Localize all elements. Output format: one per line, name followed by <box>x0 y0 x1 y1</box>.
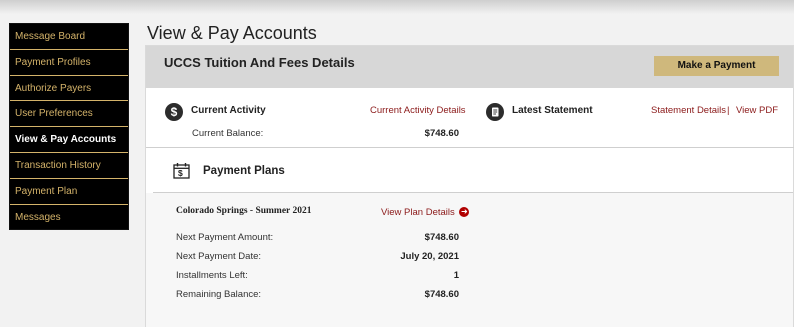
make-payment-button[interactable]: Make a Payment <box>654 56 779 76</box>
plan-row-label: Next Payment Date: <box>176 251 262 262</box>
window-frame: Message Board Payment Profiles Authorize… <box>0 0 794 327</box>
top-shadow <box>0 0 794 14</box>
sidebar-item-transaction-history[interactable]: Transaction History <box>10 153 128 179</box>
view-plan-details-label[interactable]: View Plan Details <box>381 207 455 218</box>
plan-row-value: July 20, 2021 <box>400 251 459 262</box>
plan-row-label: Installments Left: <box>176 270 248 281</box>
plan-row-label: Remaining Balance: <box>176 289 262 300</box>
document-icon <box>486 103 504 121</box>
view-pdf-link[interactable]: View PDF <box>736 105 778 116</box>
sidebar-item-payment-profiles[interactable]: Payment Profiles <box>10 50 128 76</box>
account-title: UCCS Tuition And Fees Details <box>164 55 355 70</box>
sidebar-item-message-board[interactable]: Message Board <box>10 24 128 50</box>
latest-statement-label: Latest Statement <box>512 105 593 116</box>
calendar-dollar-glyph: $ <box>178 168 183 178</box>
current-balance-value: $748.60 <box>424 128 459 139</box>
current-activity-details-link[interactable]: Current Activity Details <box>370 105 466 116</box>
link-separator: | <box>727 105 730 116</box>
plan-name: Colorado Springs - Summer 2021 <box>176 206 312 216</box>
statement-details-link[interactable]: Statement Details <box>651 105 726 116</box>
account-panel: UCCS Tuition And Fees Details Make a Pay… <box>145 45 794 327</box>
dollar-icon: $ <box>165 103 183 121</box>
payment-plans-title: Payment Plans <box>203 165 285 177</box>
sidebar-item-authorize-payers[interactable]: Authorize Payers <box>10 76 128 102</box>
section-divider <box>146 147 794 148</box>
sidebar-nav: Message Board Payment Profiles Authorize… <box>9 23 129 230</box>
sidebar-item-messages[interactable]: Messages <box>10 205 128 231</box>
sidebar-item-user-preferences[interactable]: User Preferences <box>10 101 128 128</box>
plan-row-value: $748.60 <box>424 232 459 243</box>
page-title: View & Pay Accounts <box>147 23 317 43</box>
arrow-right-icon[interactable]: ➜ <box>459 207 470 218</box>
view-plan-details-link[interactable]: View Plan Details ➜ <box>381 207 470 218</box>
current-activity-label: Current Activity <box>191 105 266 116</box>
account-panel-header: UCCS Tuition And Fees Details Make a Pay… <box>146 46 793 88</box>
sidebar-item-view-pay-accounts[interactable]: View & Pay Accounts <box>10 127 128 153</box>
sidebar-item-payment-plan[interactable]: Payment Plan <box>10 179 128 205</box>
plan-row-label: Next Payment Amount: <box>176 232 274 243</box>
plan-row-value: $748.60 <box>424 289 459 300</box>
plan-row-value: 1 <box>453 270 459 281</box>
calendar-icon: $ <box>173 162 190 179</box>
current-balance-label: Current Balance: <box>192 128 264 139</box>
